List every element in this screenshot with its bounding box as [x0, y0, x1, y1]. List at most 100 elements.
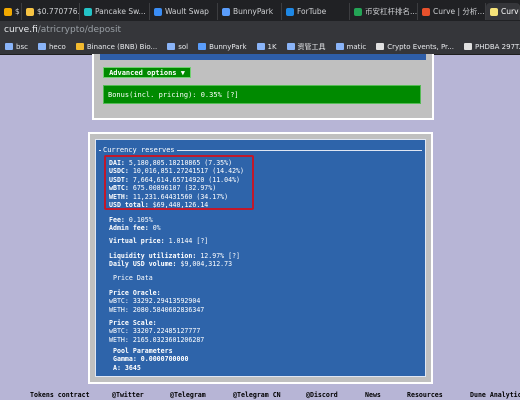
fee-block: Fee: 0.105% Admin fee: 0% — [109, 216, 161, 233]
bookmark-crypto-events[interactable]: Crypto Events, Pr... — [371, 43, 459, 51]
bookmark-label: BunnyPark — [209, 42, 247, 51]
virtual-price-row: Virtual price: 1.0144 [?] — [109, 237, 208, 245]
folder-icon — [286, 43, 295, 50]
favicon-icon — [490, 7, 498, 16]
footer-link-dune-analytics[interactable]: Dune Analytics — [470, 391, 520, 399]
price-oracle-title: Price Oracle: — [109, 289, 161, 297]
tab-label: Wault Swap — [165, 7, 209, 16]
virtual-price-label: Virtual price: — [109, 237, 165, 245]
fee-label: Fee: — [109, 216, 125, 224]
browser-tab-4[interactable]: BunnyPark — [218, 3, 282, 20]
bookmark-bsc[interactable]: bsc — [0, 43, 33, 51]
footer-link-resources[interactable]: Resources — [407, 391, 443, 399]
bookmarks-bar: bsc heco Binance (BNB) Bio... sol BunnyP… — [0, 39, 520, 55]
tab-label: 币安杠杆排名... — [365, 7, 418, 16]
url-host: curve.fi — [4, 25, 38, 35]
footer-link-discord[interactable]: @Discord — [306, 391, 338, 399]
page-icon — [376, 43, 385, 50]
browser-tab-3[interactable]: Wault Swap — [150, 3, 218, 20]
bookmark-label: PHDBA 297T.4 De... — [474, 42, 520, 51]
liquidity-block: Liquidity utilization: 12.97% [?] Daily … — [109, 252, 240, 269]
bookmark-bunnypark[interactable]: BunnyPark — [193, 43, 251, 51]
daily-volume-value: $9,004,312.73 — [180, 260, 233, 269]
bookmark-label: Binance (BNB) Bio... — [86, 42, 158, 51]
browser-tab-1[interactable]: $0.770776... — [22, 3, 80, 20]
bookmark-label: 1K — [267, 42, 277, 51]
a-value: A: 3645 — [113, 363, 141, 372]
admin-fee-label: Admin fee: — [109, 224, 149, 233]
annotation-highlight-box — [104, 155, 254, 210]
liquidity-value: 12.97% [?] — [200, 252, 241, 260]
favicon-icon — [26, 7, 34, 16]
daily-volume-label: Daily USD volume: — [109, 260, 177, 269]
footer-link-telegram[interactable]: @Telegram — [170, 391, 206, 399]
bonus-info: Bonus(incl. pricing): 0.35% [?] — [103, 85, 421, 104]
tab-label: $0.770776... — [37, 7, 80, 16]
oracle-weth: WETH: 2080.5840602836347 — [109, 305, 205, 314]
browser-tab-5[interactable]: ForTube — [282, 3, 350, 20]
tab-label: Curve — [501, 7, 519, 16]
bookmark-label: sol — [178, 42, 189, 51]
footer-link-news[interactable]: News — [365, 391, 381, 399]
bookmark-phdba[interactable]: PHDBA 297T.4 De... — [459, 43, 520, 51]
bookmark-binance[interactable]: Binance (BNB) Bio... — [71, 43, 162, 51]
bookmark-matic[interactable]: matic — [331, 43, 372, 51]
fee-value: 0.105% — [128, 216, 153, 224]
browser-tab-bar: $ $0.770776... Pancake Sw... ✕ Wault Swa… — [0, 0, 520, 21]
github-icon — [463, 43, 472, 50]
oracle-wbtc: wBTC: 33292.29413592904 — [109, 297, 201, 306]
tab-label: $ — [15, 7, 20, 16]
binance-icon — [75, 43, 84, 50]
bookmark-heco[interactable]: heco — [33, 43, 71, 51]
advanced-options-button[interactable]: Advanced options ▼ — [103, 67, 191, 78]
price-scale-title: Price Scale: — [109, 319, 157, 327]
url-path: /atricrypto/deposit — [37, 25, 121, 35]
deposit-options-box: Advanced options ▼ Bonus(incl. pricing):… — [92, 54, 434, 120]
favicon-icon — [154, 7, 162, 16]
bunny-icon — [198, 43, 207, 50]
footer-link-tokens-contract[interactable]: Tokens contract — [30, 391, 90, 399]
address-bar[interactable]: curve.fi/atricrypto/deposit — [0, 21, 520, 39]
browser-tab-2[interactable]: Pancake Sw... ✕ — [80, 3, 150, 20]
bookmark-label: heco — [48, 42, 66, 51]
options-panel-bottom — [100, 54, 426, 60]
favicon-icon — [354, 7, 362, 16]
tab-label: Pancake Sw... — [95, 7, 146, 16]
bookmark-label: 资管工具 — [297, 42, 326, 51]
favicon-icon — [286, 7, 294, 16]
tab-label: Curve | 分析... — [433, 7, 485, 16]
favicon-icon — [84, 7, 92, 16]
folder-icon — [335, 43, 344, 50]
browser-tab-0[interactable]: $ — [0, 3, 22, 20]
currency-reserves-frame: Currency reserves DAI: 5,180,805.1821086… — [88, 132, 433, 384]
browser-tab-7[interactable]: Curve | 分析... — [418, 3, 486, 20]
pool-params-block: Pool Parameters Gamma: 0.0000700000 A: 3… — [113, 347, 188, 372]
browser-tab-6[interactable]: 币安杠杆排名... — [350, 3, 418, 20]
tab-label: BunnyPark — [233, 7, 274, 16]
folder-icon — [256, 43, 265, 50]
footer-link-twitter[interactable]: @Twitter — [112, 391, 144, 399]
scale-weth: WETH: 2165.0323601206287 — [109, 335, 205, 344]
favicon-icon — [4, 7, 12, 16]
admin-fee-value: 0% — [152, 224, 161, 233]
bookmark-tools[interactable]: 资管工具 — [282, 42, 331, 52]
pool-params-title: Pool Parameters — [113, 347, 173, 355]
footer-nav: . Tokens contract @Twitter @Telegram @Te… — [0, 391, 520, 400]
browser-tab-active[interactable]: Curve — [486, 3, 520, 20]
bookmark-label: Crypto Events, Pr... — [387, 42, 454, 51]
folder-icon — [167, 43, 176, 50]
gamma-value: Gamma: 0.0000700000 — [113, 355, 189, 364]
bookmark-1k[interactable]: 1K — [252, 43, 282, 51]
bookmark-sol[interactable]: sol — [162, 43, 193, 51]
scale-wbtc: wBTC: 33207.22485127777 — [109, 327, 201, 336]
price-data-title: Price Data — [113, 274, 153, 282]
bookmark-label: matic — [346, 42, 367, 51]
folder-icon — [5, 43, 13, 50]
footer-link-telegram-cn[interactable]: @Telegram CN — [233, 391, 281, 399]
virtual-price-value: 1.0144 [?] — [168, 237, 209, 245]
favicon-icon — [222, 7, 230, 16]
currency-reserves-panel: Currency reserves DAI: 5,180,805.1821086… — [95, 139, 426, 377]
folder-icon — [37, 43, 46, 50]
tab-label: ForTube — [297, 7, 327, 16]
price-scale-block: Price Scale: wBTC: 33207.22485127777 WET… — [109, 319, 204, 344]
